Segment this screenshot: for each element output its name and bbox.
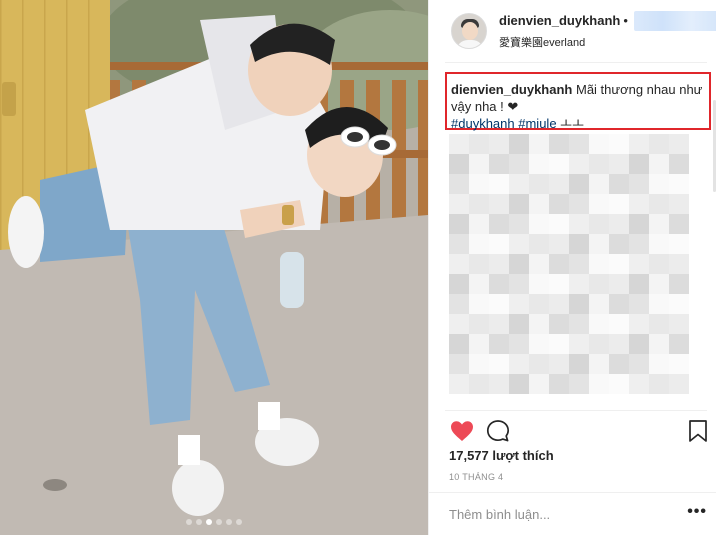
carousel-dot bbox=[196, 519, 202, 525]
carousel-dot bbox=[236, 519, 242, 525]
post-date[interactable]: 10 THÁNG 4 bbox=[449, 472, 503, 482]
caption-username[interactable]: dienvien_duykhanh bbox=[451, 82, 572, 97]
like-count[interactable]: 17,577 lượt thích bbox=[449, 448, 554, 463]
carousel-dot bbox=[226, 519, 232, 525]
action-bar bbox=[445, 418, 711, 444]
carousel-dot bbox=[216, 519, 222, 525]
add-comment-row: Thêm bình luận... ••• bbox=[429, 492, 716, 535]
photo-illustration bbox=[0, 0, 428, 535]
post-side-panel: dienvien_duykhanh • 愛寶樂園everland dienvie… bbox=[428, 0, 716, 535]
post-photo[interactable] bbox=[0, 0, 428, 535]
post-header: dienvien_duykhanh • 愛寶樂園everland bbox=[429, 0, 716, 62]
carousel-dot bbox=[186, 519, 192, 525]
more-options-icon[interactable]: ••• bbox=[687, 503, 707, 521]
carousel-dot-active bbox=[206, 519, 212, 525]
comments-section: dienvien_duykhanh Mãi thương nhau như vậ… bbox=[445, 72, 713, 410]
follow-button-blurred[interactable] bbox=[633, 10, 716, 31]
heart-icon[interactable] bbox=[449, 418, 475, 444]
caption-trailing: ㅗㅗ bbox=[556, 116, 585, 131]
comment-icon[interactable] bbox=[485, 418, 511, 444]
hashtag-link[interactable]: #miule bbox=[518, 116, 556, 131]
blurred-comments bbox=[449, 134, 689, 408]
carousel-indicator bbox=[0, 519, 428, 525]
separator-dot: • bbox=[623, 13, 628, 28]
username-link[interactable]: dienvien_duykhanh bbox=[499, 13, 620, 28]
actions-divider bbox=[445, 410, 707, 411]
avatar[interactable] bbox=[451, 13, 487, 49]
comment-input[interactable]: Thêm bình luận... bbox=[449, 507, 550, 522]
caption-highlight-box: dienvien_duykhanh Mãi thương nhau như vậ… bbox=[445, 72, 711, 131]
bookmark-icon[interactable] bbox=[685, 418, 711, 444]
hashtag-link[interactable]: #duykhanh bbox=[451, 116, 515, 131]
header-divider bbox=[445, 62, 707, 63]
location-link[interactable]: 愛寶樂園everland bbox=[499, 34, 716, 50]
